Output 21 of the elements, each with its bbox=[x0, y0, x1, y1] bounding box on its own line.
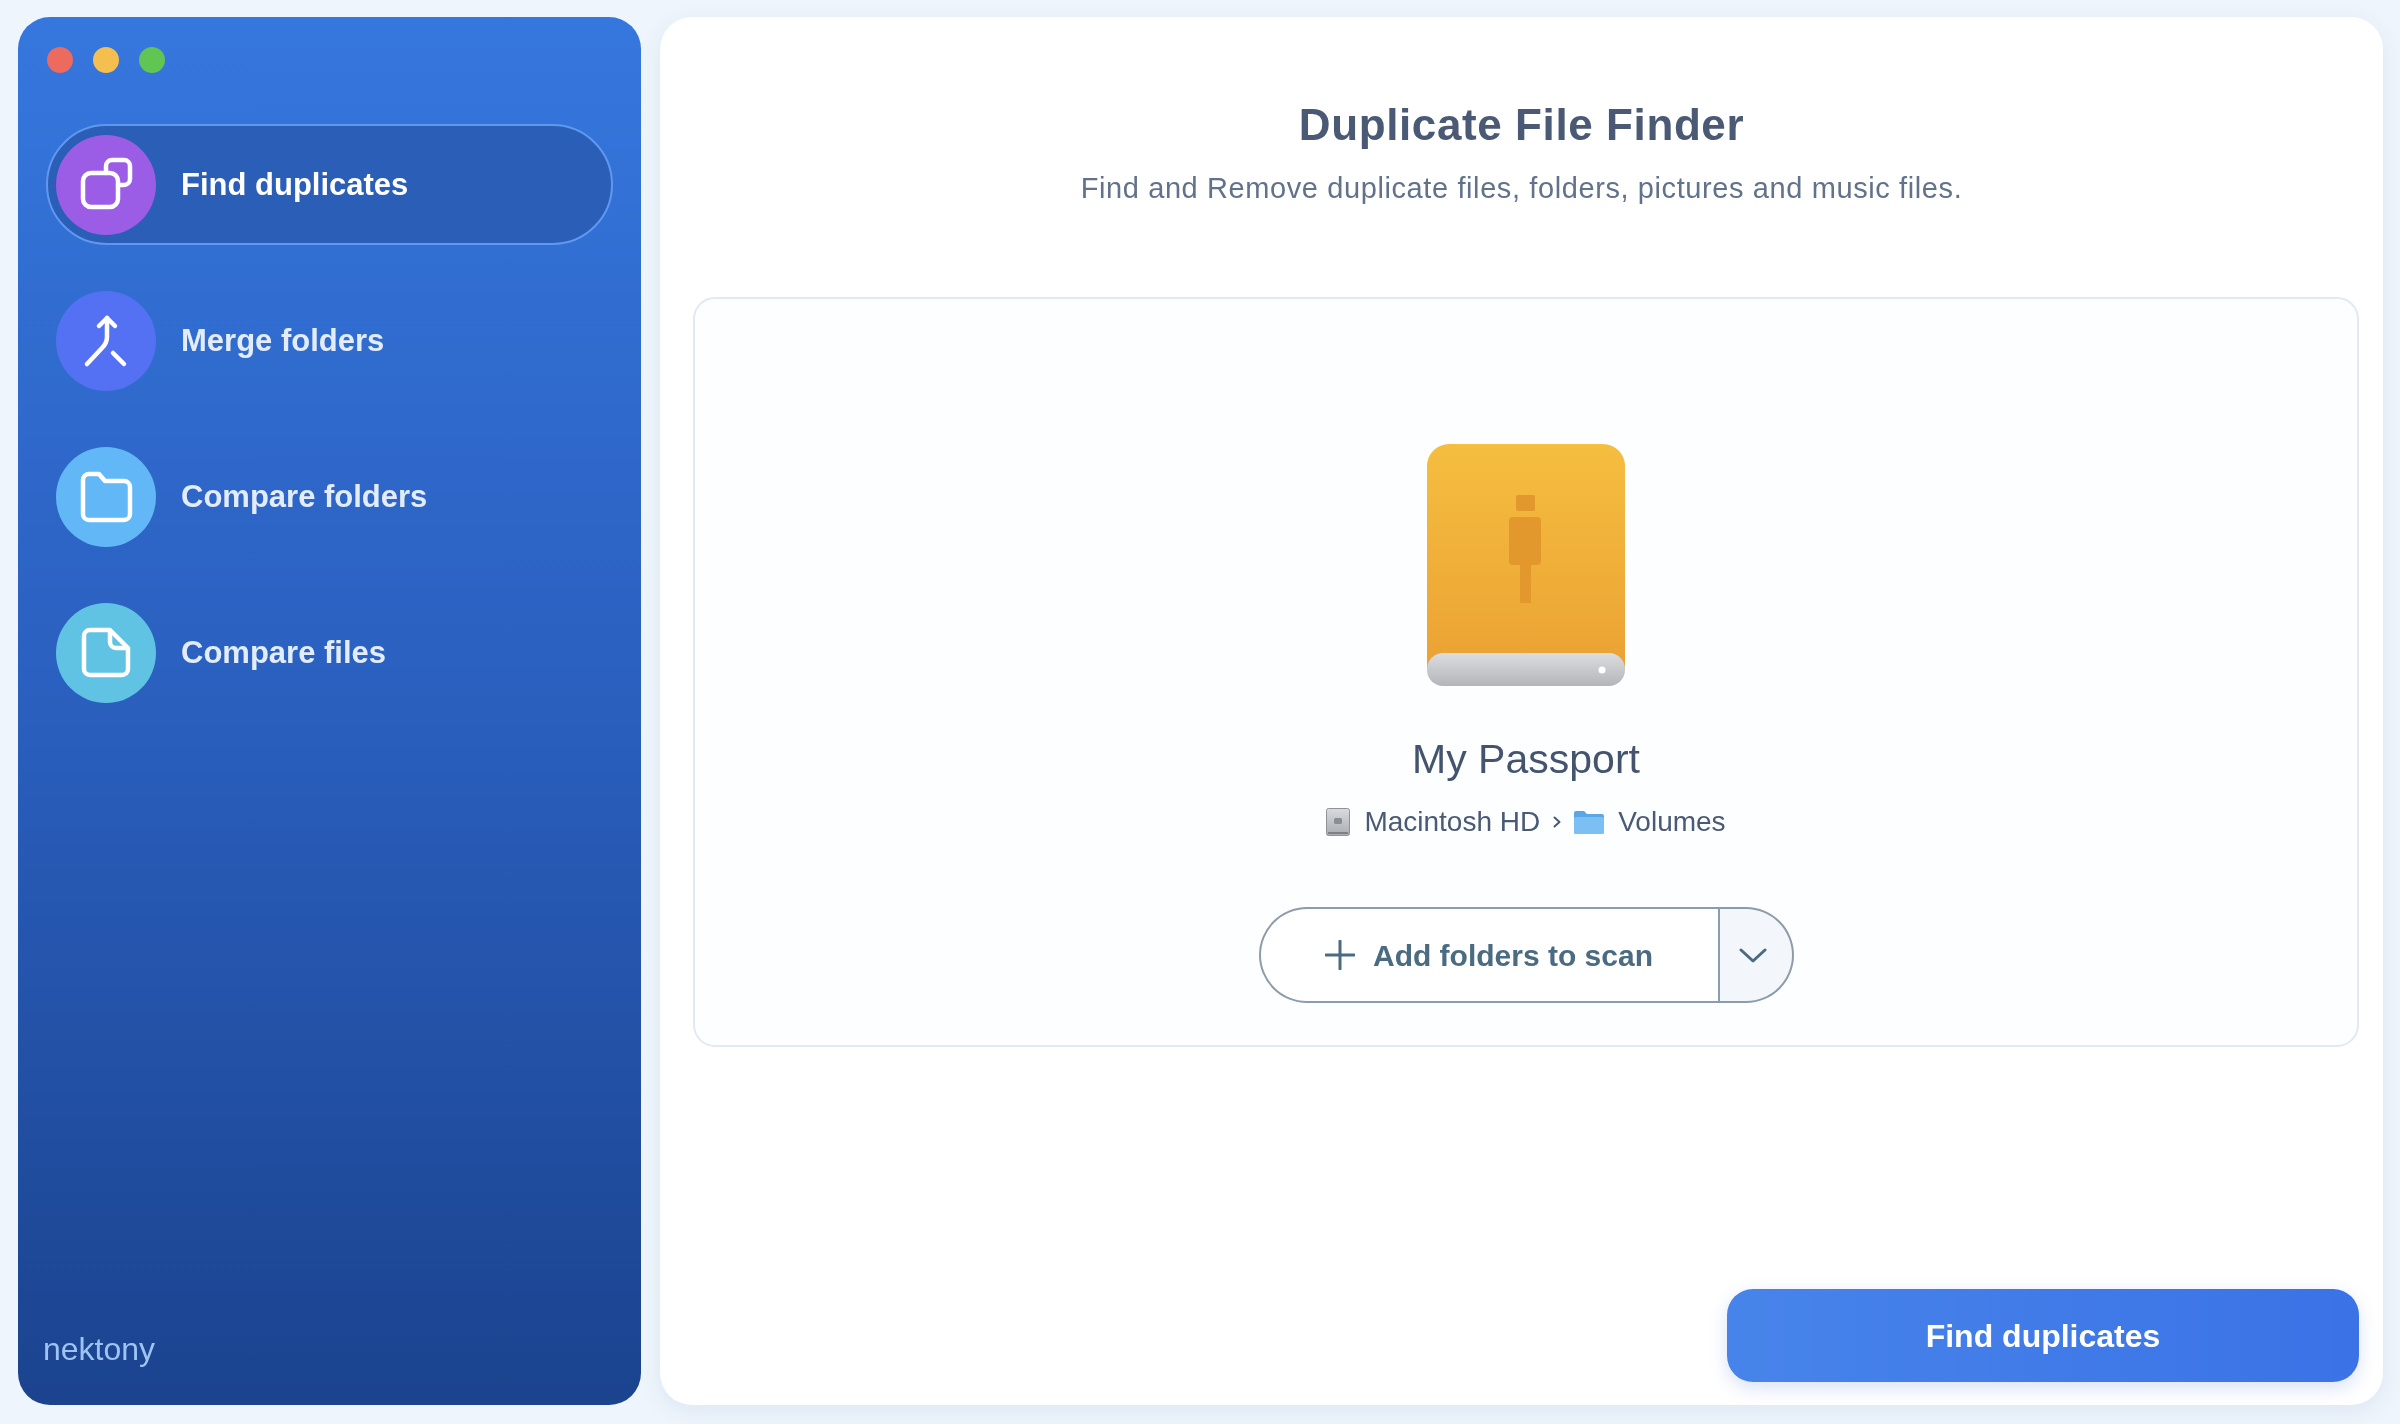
sidebar-item[interactable]: Compare folders bbox=[46, 436, 613, 557]
plus-icon bbox=[1324, 940, 1355, 970]
external-drive-icon bbox=[1427, 444, 1625, 686]
logo-text: nektony bbox=[43, 1330, 156, 1369]
path-item: Volumes bbox=[1618, 805, 1726, 839]
path-item: Macintosh HD bbox=[1364, 805, 1541, 839]
chevron-right-icon bbox=[1553, 816, 1562, 828]
app-subtitle: Find and Remove duplicate files, folders, pictures and music files. bbox=[1080, 171, 1963, 206]
sidebar-item[interactable]: Compare files bbox=[46, 592, 613, 713]
chevron-down-icon bbox=[1738, 947, 1767, 963]
window-minimize-icon[interactable] bbox=[93, 47, 119, 73]
app-title: Duplicate File Finder bbox=[1298, 99, 1745, 151]
add-folders-button[interactable]: Add folders to scan bbox=[1258, 907, 1719, 1003]
window-close-icon[interactable] bbox=[47, 47, 73, 73]
dropdown-button[interactable] bbox=[1718, 907, 1794, 1003]
sidebar-item[interactable]: Find duplicates bbox=[46, 124, 613, 245]
find-duplicates-button[interactable]: Find duplicates bbox=[1727, 1289, 2359, 1382]
window-zoom-icon[interactable] bbox=[139, 47, 165, 73]
folder-icon bbox=[1574, 810, 1605, 834]
drive-name: My Passport bbox=[1412, 735, 1640, 784]
sidebar-item[interactable]: Merge folders bbox=[46, 280, 613, 401]
